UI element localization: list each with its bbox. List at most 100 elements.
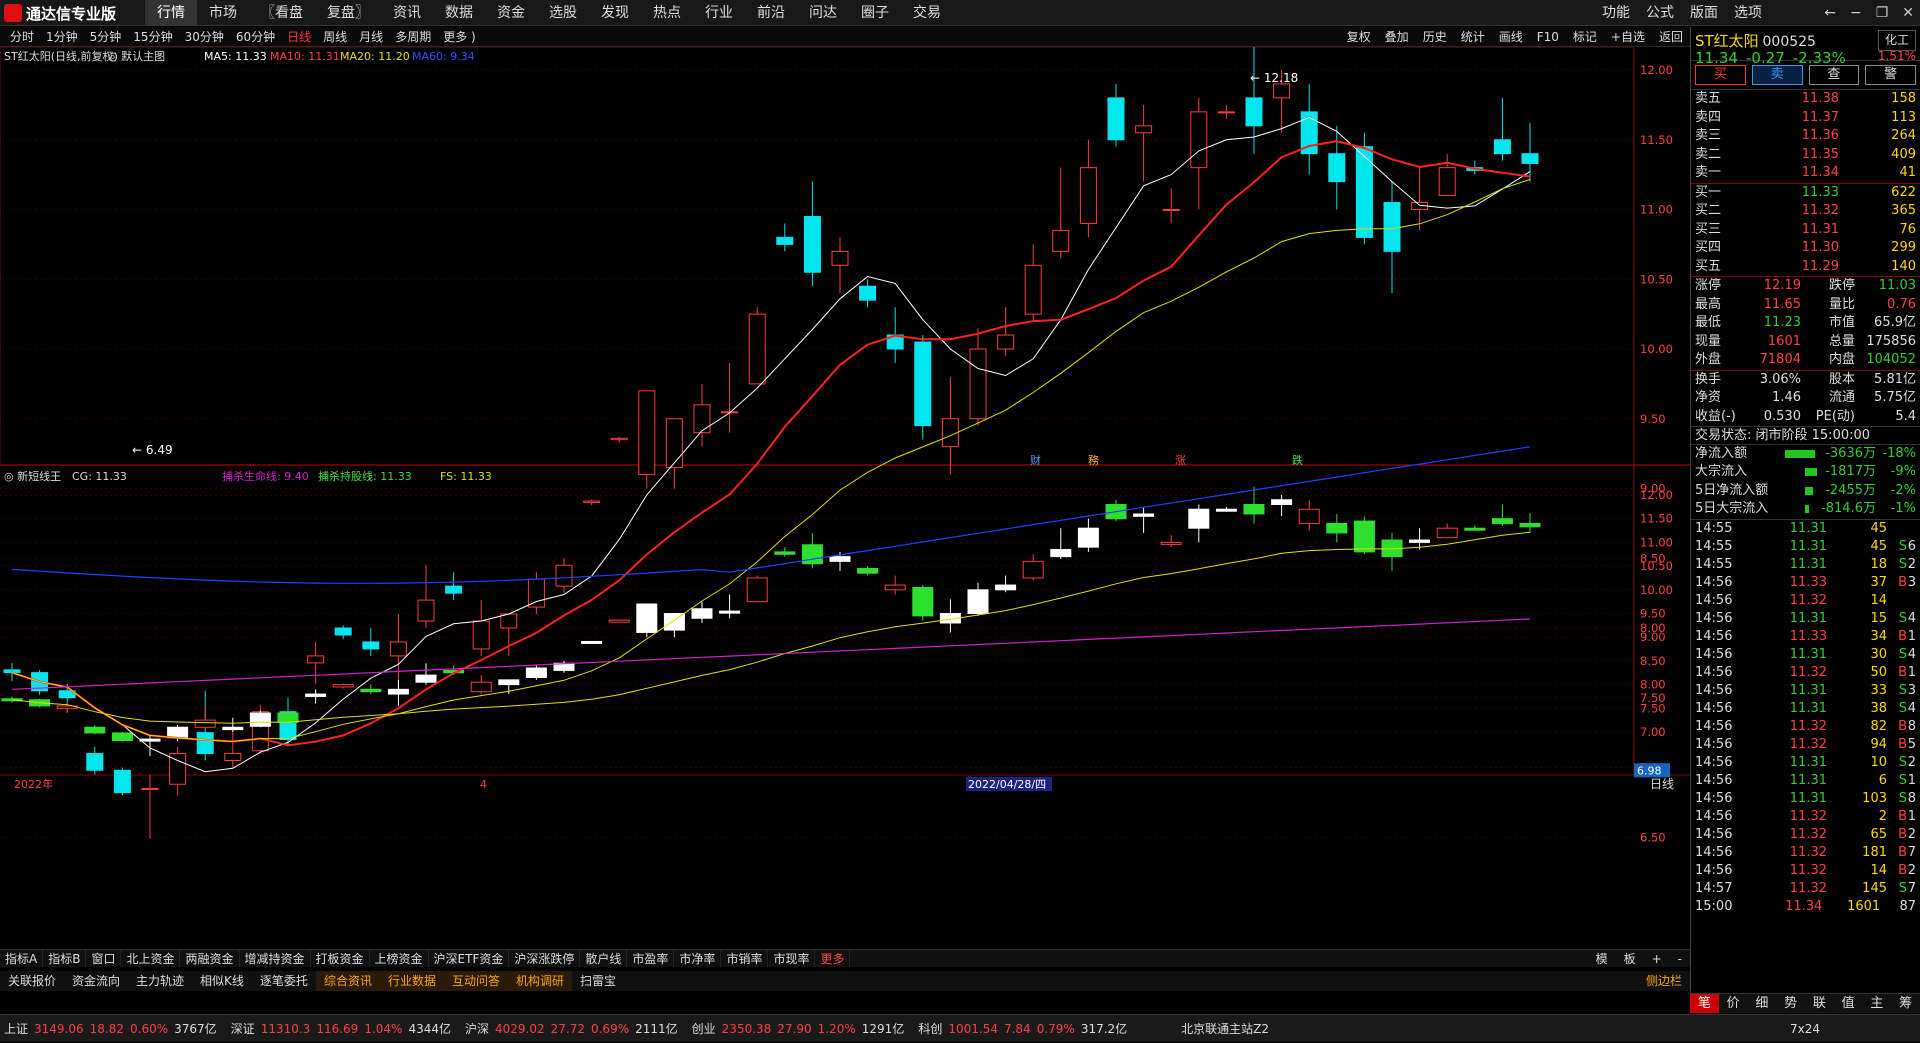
tick-price: 11.31 <box>1789 790 1827 806</box>
indicator-tab[interactable]: 市销率 <box>721 950 769 967</box>
tool-button[interactable]: +自选 <box>1604 27 1652 47</box>
menu-item[interactable]: 复盘〗 <box>315 0 381 26</box>
kline-chart[interactable]: 12.00 11.50 11.00 10.50 10.00 9.50 9.00 8.50 8.0… <box>0 47 1690 962</box>
close-icon[interactable]: ✕ <box>1902 0 1914 26</box>
indicator-tab[interactable]: 指标A <box>0 950 44 967</box>
side-tab[interactable]: 值 <box>1834 994 1863 1013</box>
period-tab[interactable]: 15分钟 <box>127 27 178 47</box>
period-tab[interactable]: 30分钟 <box>179 27 230 47</box>
index-sz[interactable]: 深证 11310.3 116.69 1.04% 4344亿 <box>231 1015 451 1042</box>
panel-tool[interactable]: - <box>1670 950 1690 967</box>
right-menu-item[interactable]: 版面 <box>1682 0 1726 26</box>
tick-list[interactable]: 14:55 11.31 45 14:55 11.31 45 S 6 14:55 11.31 18 S 2… <box>1691 518 1920 916</box>
menu-item[interactable]: 发现 <box>589 0 641 26</box>
info-tab[interactable]: 相似K线 <box>192 971 252 991</box>
side-tab[interactable]: 价 <box>1719 994 1748 1013</box>
index-cy[interactable]: 创业 2350.38 27.90 1.20% 1291亿 <box>692 1015 905 1042</box>
info-tab[interactable]: 行业数据 <box>379 971 444 991</box>
period-toolbar: 分时 1分钟 5分钟 15分钟 30分钟 60分钟 日线 周线 月线 多周期 更多 ) 复权 叠加 历史… <box>0 27 1690 47</box>
side-tab[interactable]: 笔 <box>1690 994 1719 1013</box>
info-tab[interactable]: 互动问答 <box>443 971 508 991</box>
panel-tool[interactable]: 板 <box>1616 950 1644 967</box>
side-tab[interactable]: 势 <box>1776 994 1805 1013</box>
menu-item[interactable]: 资金 <box>485 0 537 26</box>
period-tab[interactable]: 周线 <box>317 27 353 47</box>
sub-life-label: 捕杀生命线: 9.40 <box>222 469 309 483</box>
period-tab[interactable]: 1分钟 <box>40 27 84 47</box>
tool-button[interactable]: 返回 <box>1652 27 1690 47</box>
menu-item[interactable]: 〖看盘 <box>249 0 315 26</box>
sector-badge[interactable]: 化工 <box>1877 30 1916 51</box>
news-clock[interactable]: 7x24 <box>1790 1015 1820 1042</box>
period-tab[interactable]: 日线 <box>281 27 317 47</box>
menu-item[interactable]: 行业 <box>693 0 745 26</box>
indicator-tab[interactable]: 市盈率 <box>627 950 675 967</box>
indicator-tab[interactable]: 两融资金 <box>180 950 240 967</box>
indicator-tab[interactable]: 北上资金 <box>121 950 181 967</box>
menu-item[interactable]: 交易 <box>901 0 953 26</box>
period-tab[interactable]: 更多 ) <box>437 27 482 47</box>
tool-button[interactable]: 叠加 <box>1378 27 1416 47</box>
indicator-tab[interactable]: 增减持资金 <box>240 950 311 967</box>
tool-button[interactable]: 统计 <box>1454 27 1492 47</box>
menu-item[interactable]: 选股 <box>537 0 589 26</box>
info-tab[interactable]: 主力轨迹 <box>128 971 192 991</box>
menu-item[interactable]: 数据 <box>433 0 485 26</box>
trade-button[interactable]: 查 <box>1808 65 1860 85</box>
info-tab[interactable]: 逐笔委托 <box>252 971 316 991</box>
panel-tool[interactable]: 模 <box>1588 950 1616 967</box>
indicator-tab[interactable]: 市净率 <box>674 950 722 967</box>
menu-item[interactable]: 资讯 <box>381 0 433 26</box>
info-tab[interactable]: 关联报价 <box>0 971 64 991</box>
trade-button[interactable]: 警 <box>1865 65 1916 85</box>
indicator-tab[interactable]: 指标B <box>43 950 87 967</box>
tool-button[interactable]: F10 <box>1530 27 1566 47</box>
index-hs[interactable]: 沪深 4029.02 27.72 0.69% 2111亿 <box>465 1015 678 1042</box>
menu-item[interactable]: 市场 <box>197 0 249 26</box>
side-tab[interactable]: 联 <box>1805 994 1834 1013</box>
tool-button[interactable]: 历史 <box>1416 27 1454 47</box>
tool-button[interactable]: 复权 <box>1340 27 1378 47</box>
tool-button[interactable]: 标记 <box>1566 27 1604 47</box>
indicator-tab[interactable]: 窗口 <box>86 950 122 967</box>
period-tab[interactable]: 月线 <box>353 27 389 47</box>
server-name[interactable]: 北京联通主站Z2 <box>1181 1015 1269 1042</box>
indicator-tab[interactable]: 沪深ETF资金 <box>429 950 510 967</box>
indicator-tab[interactable]: 打板资金 <box>311 950 370 967</box>
tool-button[interactable]: 画线 <box>1492 27 1530 47</box>
right-menu-item[interactable]: 功能 <box>1594 0 1638 26</box>
minimize-icon[interactable]: − <box>1850 0 1862 26</box>
indicator-tab[interactable]: 散户线 <box>580 950 628 967</box>
period-tab[interactable]: 多周期 <box>389 27 437 47</box>
sidebar-toggle[interactable]: 侧边栏 <box>1638 971 1690 991</box>
panel-tool[interactable]: + <box>1644 950 1670 967</box>
side-tab[interactable]: 细 <box>1748 994 1777 1013</box>
indicator-tab[interactable]: 更多 <box>815 950 851 967</box>
info-tab[interactable]: 机构调研 <box>507 971 572 991</box>
info-tab[interactable]: 扫雷宝 <box>572 971 624 991</box>
restore-icon[interactable]: ❐ <box>1876 0 1889 26</box>
back-icon[interactable]: ← <box>1824 0 1836 26</box>
info-tab[interactable]: 综合资讯 <box>315 971 380 991</box>
right-menu-item[interactable]: 选项 <box>1726 0 1770 26</box>
menu-item[interactable]: 行情 <box>145 0 197 26</box>
info-tab[interactable]: 资金流向 <box>64 971 128 991</box>
menu-item[interactable]: 前沿 <box>745 0 797 26</box>
menu-item[interactable]: 问达 <box>797 0 849 26</box>
period-tab[interactable]: 5分钟 <box>84 27 128 47</box>
right-menu-item[interactable]: 公式 <box>1638 0 1682 26</box>
index-kc[interactable]: 科创 1001.54 7.84 0.79% 317.2亿 <box>918 1015 1127 1042</box>
index-sh[interactable]: 上证 3149.06 18.82 0.60% 3767亿 <box>4 1015 217 1042</box>
indicator-tab[interactable]: 市现率 <box>768 950 816 967</box>
trade-button[interactable]: 买 <box>1695 65 1746 85</box>
period-tab[interactable]: 60分钟 <box>230 27 281 47</box>
side-tab[interactable]: 主 <box>1863 994 1892 1013</box>
indicator-tab[interactable]: 沪深涨跌停 <box>509 950 581 967</box>
indicator-tab[interactable]: 上榜资金 <box>370 950 429 967</box>
menu-item[interactable]: 热点 <box>641 0 693 26</box>
side-tab[interactable]: 筹 <box>1891 994 1920 1013</box>
menu-item[interactable]: 圈子 <box>849 0 901 26</box>
stat-value: 12.19 <box>1763 278 1801 293</box>
trade-button[interactable]: 卖 <box>1751 65 1803 85</box>
period-tab[interactable]: 分时 <box>4 27 40 47</box>
